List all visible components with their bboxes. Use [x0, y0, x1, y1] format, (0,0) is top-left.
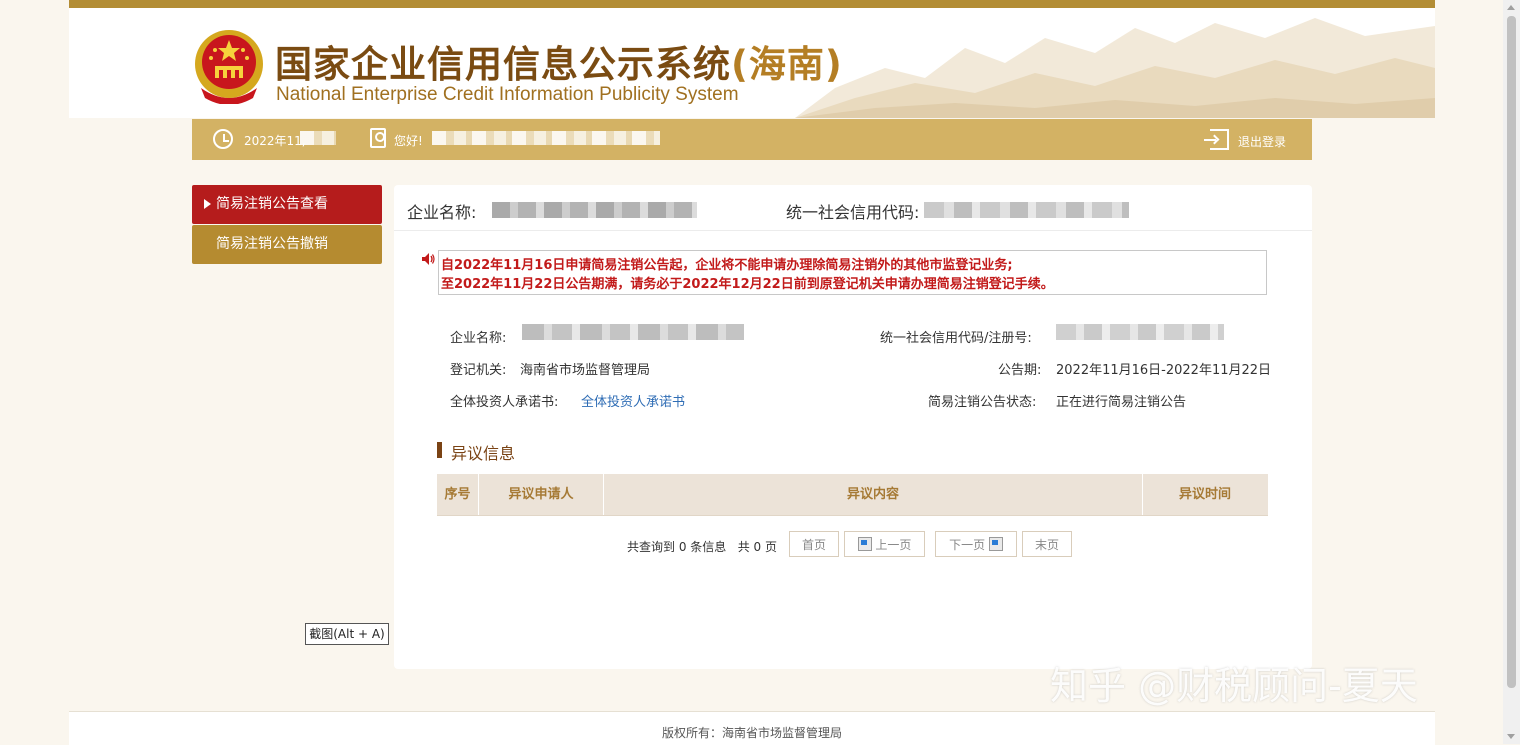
- info-period-value: 2022年11月16日-2022年11月22日: [1056, 363, 1272, 378]
- objection-section-title: 异议信息: [451, 444, 516, 463]
- watermark-text: 知乎 @财税顾问-夏天: [1050, 664, 1418, 708]
- user-info-bar: 2022年11, 您好! 退出登录: [192, 119, 1312, 160]
- scroll-up-arrow-icon[interactable]: [1507, 5, 1515, 10]
- redacted-info-code: [1056, 324, 1224, 340]
- info-authority-label: 登记机关:: [450, 363, 507, 378]
- national-emblem-icon: [195, 30, 263, 104]
- col-content: 异议内容: [604, 474, 1143, 515]
- info-code-label: 统一社会信用代码/注册号:: [880, 331, 1032, 346]
- redacted-credit-code: [924, 202, 1129, 218]
- info-commitment-label: 全体投资人承诺书:: [450, 395, 559, 410]
- user-icon: [370, 128, 386, 148]
- last-page-label: 末页: [1034, 538, 1059, 552]
- section-marker: [437, 442, 442, 458]
- first-page-button[interactable]: 首页: [789, 531, 839, 557]
- scroll-down-arrow-icon[interactable]: [1507, 734, 1515, 739]
- col-index: 序号: [437, 474, 479, 515]
- redacted-date: [300, 131, 336, 145]
- redacted-company-name: [492, 202, 697, 218]
- sidebar-item-view-notice[interactable]: 简易注销公告查看: [192, 185, 382, 224]
- credit-code-label: 统一社会信用代码:: [786, 203, 920, 222]
- first-page-label: 首页: [801, 538, 826, 552]
- col-applicant: 异议申请人: [479, 474, 604, 515]
- prev-page-button[interactable]: 上一页: [844, 531, 925, 557]
- next-page-button[interactable]: 下一页: [935, 531, 1017, 557]
- objection-table-header: 序号 异议申请人 异议内容 异议时间: [437, 474, 1268, 516]
- notice-box: 自2022年11月16日申请简易注销公告起，企业将不能申请办理除简易注销外的其他…: [438, 250, 1267, 295]
- pagination-summary: 共查询到 0 条信息 共 0 页: [627, 540, 777, 554]
- vertical-scrollbar[interactable]: [1503, 0, 1520, 744]
- screenshot-tooltip: 截图(Alt + A): [305, 623, 389, 645]
- site-header: 国家企业信用信息公示系统(海南) National Enterprise Cre…: [69, 8, 1435, 118]
- info-status-value: 正在进行简易注销公告: [1056, 395, 1187, 410]
- copyright-text: 版权所有：海南省市场监督管理局: [661, 726, 842, 740]
- redacted-username: [432, 131, 660, 145]
- main-panel: 企业名称: 统一社会信用代码: 自2022年11月16日申请简易注销公告起，企业…: [394, 185, 1312, 669]
- notice-line-2: 至2022年11月22日公告期满，请务必于2022年12月22日前到原登记机关申…: [441, 277, 1054, 292]
- broken-image-icon: [857, 537, 872, 551]
- site-subtitle: National Enterprise Credit Information P…: [276, 84, 739, 105]
- greeting-text: 您好!: [394, 134, 423, 148]
- logout-link[interactable]: 退出登录: [1238, 133, 1286, 150]
- site-title: 国家企业信用信息公示系统(海南): [275, 43, 843, 86]
- speaker-icon: [422, 253, 435, 265]
- clock-icon: [213, 129, 233, 149]
- info-status-label: 简易注销公告状态:: [928, 395, 1037, 410]
- info-authority-value: 海南省市场监督管理局: [520, 363, 651, 378]
- enterprise-header-row: 企业名称: 统一社会信用代码:: [394, 185, 1312, 231]
- commitment-document-link[interactable]: 全体投资人承诺书: [581, 391, 685, 410]
- col-time: 异议时间: [1178, 487, 1231, 502]
- mountain-landscape-decoration: [795, 18, 1435, 118]
- last-page-button[interactable]: 末页: [1022, 531, 1072, 557]
- redacted-info-company: [522, 324, 744, 340]
- page-footer: 版权所有：海南省市场监督管理局: [69, 711, 1435, 745]
- sidebar-item-revoke-notice[interactable]: 简易注销公告撤销: [192, 225, 382, 264]
- next-page-label: 下一页: [949, 538, 986, 552]
- broken-image-icon: [988, 537, 1003, 551]
- current-date: 2022年11,: [244, 134, 306, 148]
- info-period-label: 公告期:: [998, 363, 1042, 378]
- info-company-label: 企业名称:: [450, 331, 507, 346]
- logout-icon[interactable]: [1204, 129, 1229, 150]
- company-name-label: 企业名称:: [407, 203, 477, 222]
- top-accent-strip: [69, 0, 1435, 8]
- scrollbar-thumb[interactable]: [1507, 16, 1516, 688]
- notice-line-1: 自2022年11月16日申请简易注销公告起，企业将不能申请办理除简易注销外的其他…: [441, 258, 1013, 273]
- prev-page-label: 上一页: [875, 538, 912, 552]
